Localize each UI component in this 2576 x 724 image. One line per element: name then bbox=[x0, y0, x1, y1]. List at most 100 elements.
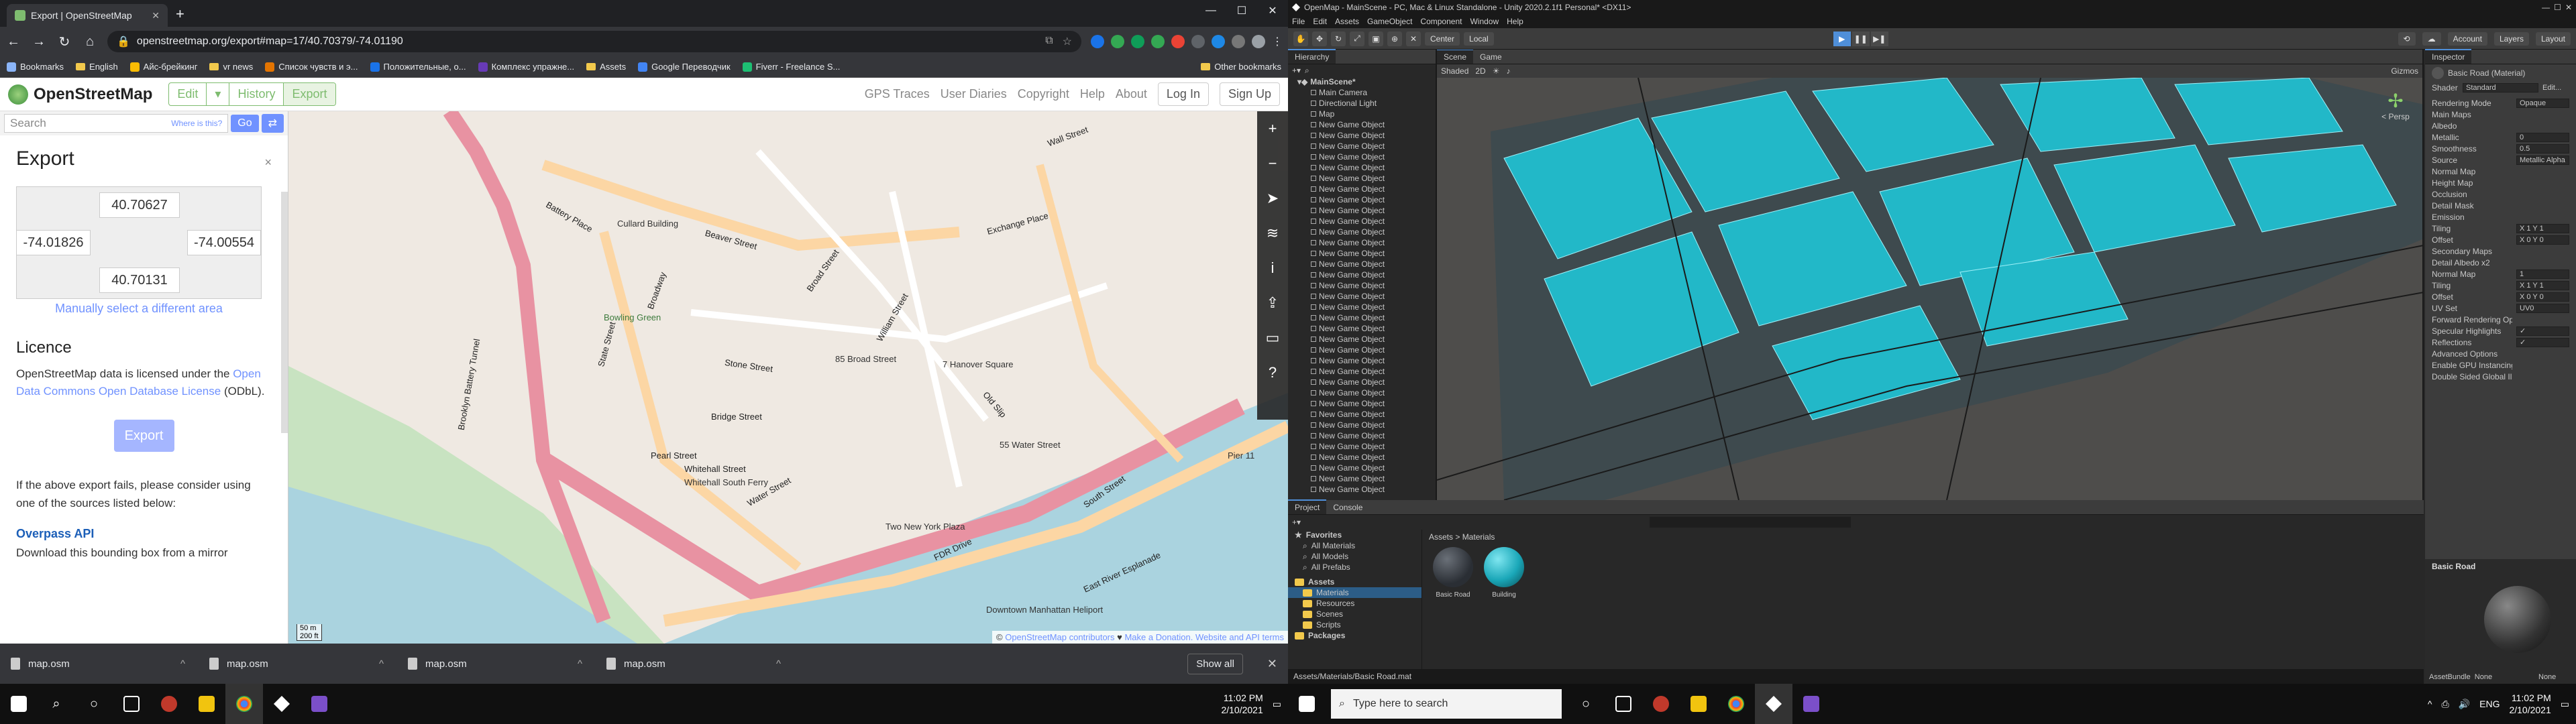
osm-logo[interactable]: OpenStreetMap bbox=[8, 84, 152, 105]
hierarchy-item[interactable]: New Game Object bbox=[1288, 194, 1436, 205]
minimize-icon[interactable]: — bbox=[1195, 0, 1226, 21]
hierarchy-item[interactable]: New Game Object bbox=[1288, 334, 1436, 345]
hierarchy-item[interactable]: New Game Object bbox=[1288, 409, 1436, 420]
profile-avatar[interactable] bbox=[1252, 35, 1265, 48]
menu-item[interactable]: Window bbox=[1470, 17, 1499, 26]
scene-root[interactable]: ▾◆ MainScene* bbox=[1288, 76, 1436, 87]
hierarchy-item[interactable]: New Game Object bbox=[1288, 484, 1436, 495]
inspector-value[interactable]: ✓ bbox=[2516, 326, 2569, 336]
download-item[interactable]: map.osm ^ bbox=[408, 658, 582, 670]
search-button[interactable]: ⌕ bbox=[38, 684, 75, 724]
bookmark[interactable]: English bbox=[76, 62, 118, 72]
hierarchy-item[interactable]: New Game Object bbox=[1288, 473, 1436, 484]
hierarchy-item[interactable]: New Game Object bbox=[1288, 387, 1436, 398]
inspector-value[interactable]: X 1 Y 1 bbox=[2516, 223, 2569, 233]
pivot-center-toggle[interactable]: Center bbox=[1425, 32, 1460, 46]
chevron-up-icon[interactable]: ^ bbox=[578, 658, 582, 670]
menu-item[interactable]: GameObject bbox=[1367, 17, 1412, 26]
clock[interactable]: 11:02 PM 2/10/2021 bbox=[2509, 692, 2551, 716]
taskbar-app[interactable] bbox=[1680, 684, 1717, 724]
translate-icon[interactable]: ⧉ bbox=[1045, 35, 1053, 48]
south-input[interactable]: 40.70131 bbox=[99, 267, 180, 293]
nav-link[interactable]: Help bbox=[1080, 87, 1105, 101]
extension-icon[interactable] bbox=[1212, 35, 1225, 48]
hierarchy-item[interactable]: New Game Object bbox=[1288, 312, 1436, 323]
directions-icon[interactable]: ⇄ bbox=[261, 114, 284, 133]
cortana-button[interactable]: ○ bbox=[1567, 684, 1605, 724]
layers-dropdown[interactable]: Layers bbox=[2493, 32, 2529, 46]
layout-dropdown[interactable]: Layout bbox=[2535, 32, 2571, 46]
pause-icon[interactable]: ❚❚ bbox=[1851, 31, 1870, 46]
collab-icon[interactable]: ⟲ bbox=[2398, 32, 2416, 46]
hierarchy-item[interactable]: Directional Light bbox=[1288, 98, 1436, 109]
go-button[interactable]: Go bbox=[231, 115, 259, 132]
menu-item[interactable]: Assets bbox=[1335, 17, 1359, 26]
new-tab-button[interactable]: + bbox=[176, 5, 184, 23]
hierarchy-item[interactable]: New Game Object bbox=[1288, 430, 1436, 441]
hierarchy-item[interactable]: New Game Object bbox=[1288, 377, 1436, 387]
hierarchy-item[interactable]: New Game Object bbox=[1288, 420, 1436, 430]
hierarchy-item[interactable]: New Game Object bbox=[1288, 280, 1436, 291]
address-bar[interactable]: 🔒 openstreetmap.org/export#map=17/40.703… bbox=[107, 31, 1081, 52]
add-asset-icon[interactable]: +▾ bbox=[1292, 518, 1301, 527]
start-button[interactable] bbox=[0, 684, 38, 724]
hierarchy-item[interactable]: Main Camera bbox=[1288, 87, 1436, 98]
hierarchy-search[interactable]: +▾ ⌕ bbox=[1288, 64, 1436, 76]
audio-icon[interactable]: ♪ bbox=[1506, 66, 1510, 76]
start-button[interactable] bbox=[1288, 684, 1326, 724]
inspector-value[interactable]: 1 bbox=[2516, 269, 2569, 279]
bookmark[interactable]: vr news bbox=[209, 62, 253, 72]
tree-packages[interactable]: Packages bbox=[1288, 630, 1421, 641]
tab-console[interactable]: Console bbox=[1326, 501, 1369, 514]
north-input[interactable]: 40.70627 bbox=[99, 192, 180, 218]
scene-gizmo[interactable]: ✢ < Persp bbox=[2375, 90, 2416, 130]
nav-link[interactable]: User Diaries bbox=[941, 87, 1007, 101]
transform-tool-icon[interactable]: ⊕ bbox=[1387, 31, 1402, 46]
play-icon[interactable]: ▶ bbox=[1833, 31, 1851, 46]
notification-icon[interactable]: ▭ bbox=[1273, 699, 1281, 710]
asset-building[interactable]: Building bbox=[1483, 547, 1525, 599]
tree-item[interactable]: ⌕ All Materials bbox=[1288, 540, 1421, 551]
lighting-icon[interactable]: ☀ bbox=[1493, 66, 1500, 76]
reload-icon[interactable]: ↻ bbox=[56, 34, 72, 50]
inspector-value[interactable]: 0 bbox=[2516, 132, 2569, 142]
hierarchy-item[interactable]: New Game Object bbox=[1288, 259, 1436, 269]
notification-icon[interactable]: ▭ bbox=[2561, 699, 2569, 710]
nav-link[interactable]: Copyright bbox=[1018, 87, 1069, 101]
taskbar-app[interactable] bbox=[1755, 684, 1792, 724]
terms-link[interactable]: Website and API terms bbox=[1195, 632, 1284, 642]
menu-item[interactable]: Help bbox=[1507, 17, 1523, 26]
home-icon[interactable]: ⌂ bbox=[82, 34, 98, 50]
overpass-api-link[interactable]: Overpass API bbox=[16, 527, 272, 541]
inspector-value[interactable]: X 1 Y 1 bbox=[2516, 280, 2569, 290]
bookmark[interactable]: Положительные, о... bbox=[370, 62, 466, 72]
tree-item-materials[interactable]: Materials bbox=[1288, 587, 1421, 598]
export-button[interactable]: Export bbox=[113, 420, 174, 452]
taskbar-app[interactable] bbox=[1792, 684, 1830, 724]
hierarchy-item[interactable]: New Game Object bbox=[1288, 184, 1436, 194]
hierarchy-item[interactable]: New Game Object bbox=[1288, 291, 1436, 302]
hierarchy-item[interactable]: New Game Object bbox=[1288, 152, 1436, 162]
custom-tool-icon[interactable]: ✕ bbox=[1406, 31, 1421, 46]
signup-button[interactable]: Sign Up bbox=[1219, 82, 1280, 106]
close-window-icon[interactable]: ✕ bbox=[1257, 0, 1288, 21]
scale-tool-icon[interactable]: ⤢ bbox=[1350, 31, 1364, 46]
close-shelf-icon[interactable]: ✕ bbox=[1267, 657, 1277, 671]
tree-item[interactable]: Resources bbox=[1288, 598, 1421, 609]
tab-scene[interactable]: Scene bbox=[1437, 50, 1474, 64]
tab-project[interactable]: Project bbox=[1288, 499, 1327, 514]
inspector-value[interactable]: 0.5 bbox=[2516, 143, 2569, 154]
zoom-out-icon[interactable]: − bbox=[1257, 146, 1288, 181]
inspector-value[interactable]: X 0 Y 0 bbox=[2516, 235, 2569, 245]
tab-hierarchy[interactable]: Hierarchy bbox=[1288, 49, 1336, 64]
hierarchy-item[interactable]: New Game Object bbox=[1288, 141, 1436, 152]
star-icon[interactable]: ☆ bbox=[1063, 35, 1072, 48]
pivot-local-toggle[interactable]: Local bbox=[1464, 32, 1494, 46]
inspector-value[interactable]: Opaque bbox=[2516, 98, 2569, 108]
query-icon[interactable]: ? bbox=[1257, 355, 1288, 390]
browser-tab[interactable]: Export | OpenStreetMap ✕ bbox=[7, 4, 168, 27]
hierarchy-item[interactable]: New Game Object bbox=[1288, 355, 1436, 366]
account-dropdown[interactable]: Account bbox=[2447, 32, 2487, 46]
step-icon[interactable]: ▶❚ bbox=[1870, 31, 1888, 46]
layers-icon[interactable]: ≋ bbox=[1257, 216, 1288, 251]
